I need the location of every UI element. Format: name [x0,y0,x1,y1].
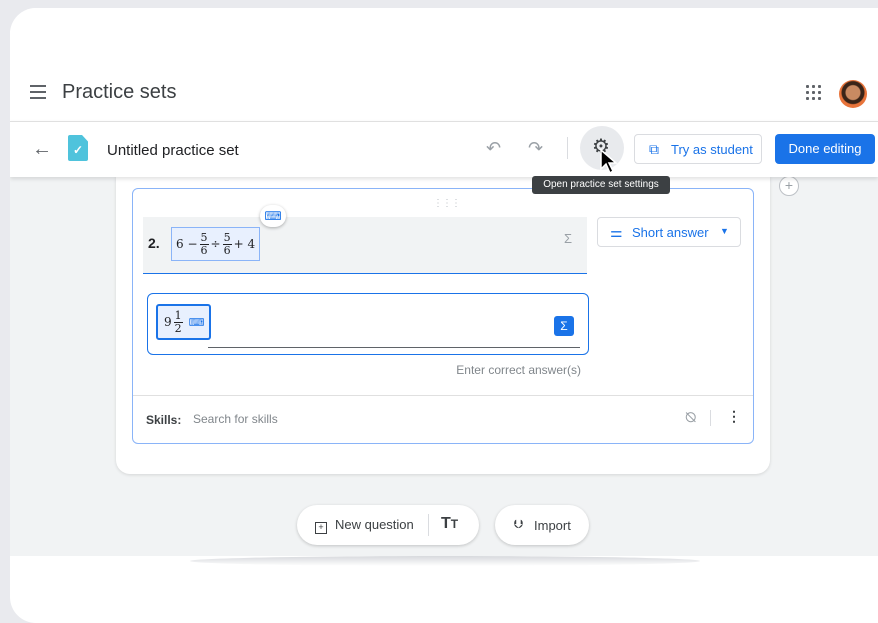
fraction-1-denominator: 6 [200,243,208,257]
bottom-action-bar: + New question TT [297,505,479,545]
add-item-icon[interactable]: + [779,176,799,196]
bottom-divider [428,514,429,536]
add-text-icon[interactable]: TT [441,515,458,533]
toolbar-divider [567,137,568,159]
drag-handle-icon[interactable]: ⋮⋮⋮ [433,198,461,209]
math-keyboard-icon[interactable]: ⌨ [260,205,286,227]
lightbulb-off-icon[interactable]: ⦰ [685,409,696,426]
fraction-2-denominator: 6 [223,243,231,257]
new-question-button[interactable]: + New question [315,517,414,534]
text-icon-large: T [441,515,451,532]
text-icon-small: T [450,517,459,531]
answer-whole: 9 [164,315,172,329]
done-editing-button[interactable]: Done editing [775,134,875,164]
more-vert-icon[interactable]: ⋮ [727,408,741,425]
answer-underline [208,347,580,348]
floating-shadow [190,556,700,566]
app-header: Practice sets [10,8,878,121]
answer-math-expression[interactable]: 9 1 2 ⌨ [156,304,211,340]
skills-action-divider [710,410,711,426]
expr-operator: ÷ [210,237,221,251]
practice-set-doc-icon: ✓ [68,135,88,161]
question-card[interactable]: ⋮⋮⋮ 2. 6 − 5 6 ÷ 5 6 + 4 Σ ⌨ ⚌ Short ans… [132,188,754,444]
dropdown-caret-icon: ▼ [720,226,729,236]
expr-tail: + 4 [233,237,256,251]
try-as-student-button[interactable]: ⧉ Try as student [634,134,762,164]
question-field[interactable]: 2. 6 − 5 6 ÷ 5 6 + 4 Σ [143,217,587,274]
short-answer-icon: ⚌ [610,224,623,240]
question-type-label: Short answer [632,225,709,240]
app-window: Practice sets ← ✓ Untitled practice set … [10,8,878,623]
import-label: Import [534,518,571,533]
question-number: 2. [148,235,160,251]
back-arrow-icon[interactable]: ← [32,139,52,159]
math-equation-active-icon[interactable]: Σ [554,316,574,336]
open-in-new-icon: ⧉ [649,141,659,157]
keyboard-icon[interactable]: ⌨ [189,316,205,329]
undo-icon[interactable]: ↶ [486,138,501,159]
import-tray-icon: ⮋ [514,517,524,531]
math-equation-icon[interactable]: Σ [557,228,579,250]
question-type-dropdown[interactable]: ⚌ Short answer ▼ [597,217,741,247]
editor-toolbar: ← ✓ Untitled practice set ↶ ↷ ⚙ ⧉ Try as… [10,121,878,177]
account-avatar[interactable] [839,80,867,108]
answer-denominator: 2 [174,321,182,335]
answer-field[interactable]: 9 1 2 ⌨ Σ [147,293,589,355]
skills-divider [133,395,753,396]
skills-label: Skills: [146,413,182,427]
apps-grid-icon[interactable] [806,85,822,101]
answer-numerator: 1 [173,308,183,323]
fraction-2: 5 6 [222,230,232,257]
try-as-student-label: Try as student [671,142,753,157]
answer-fraction: 1 2 [173,308,183,335]
fraction-2-numerator: 5 [222,230,232,245]
redo-icon[interactable]: ↷ [528,138,543,159]
skills-search-input[interactable] [191,411,395,427]
expr-lead: 6 − [176,237,198,251]
fraction-1-numerator: 5 [199,230,209,245]
add-box-icon: + [315,522,327,534]
mouse-pointer-icon [600,149,618,175]
question-math-expression[interactable]: 6 − 5 6 ÷ 5 6 + 4 [171,227,261,261]
import-button[interactable]: ⮋ Import [495,505,589,545]
document-title[interactable]: Untitled practice set [107,142,239,159]
hamburger-menu-icon[interactable] [30,85,46,99]
new-question-label: New question [335,517,414,532]
settings-tooltip: Open practice set settings [532,176,670,194]
fraction-1: 5 6 [199,230,209,257]
answer-hint: Enter correct answer(s) [456,363,581,377]
app-title: Practice sets [62,81,177,103]
